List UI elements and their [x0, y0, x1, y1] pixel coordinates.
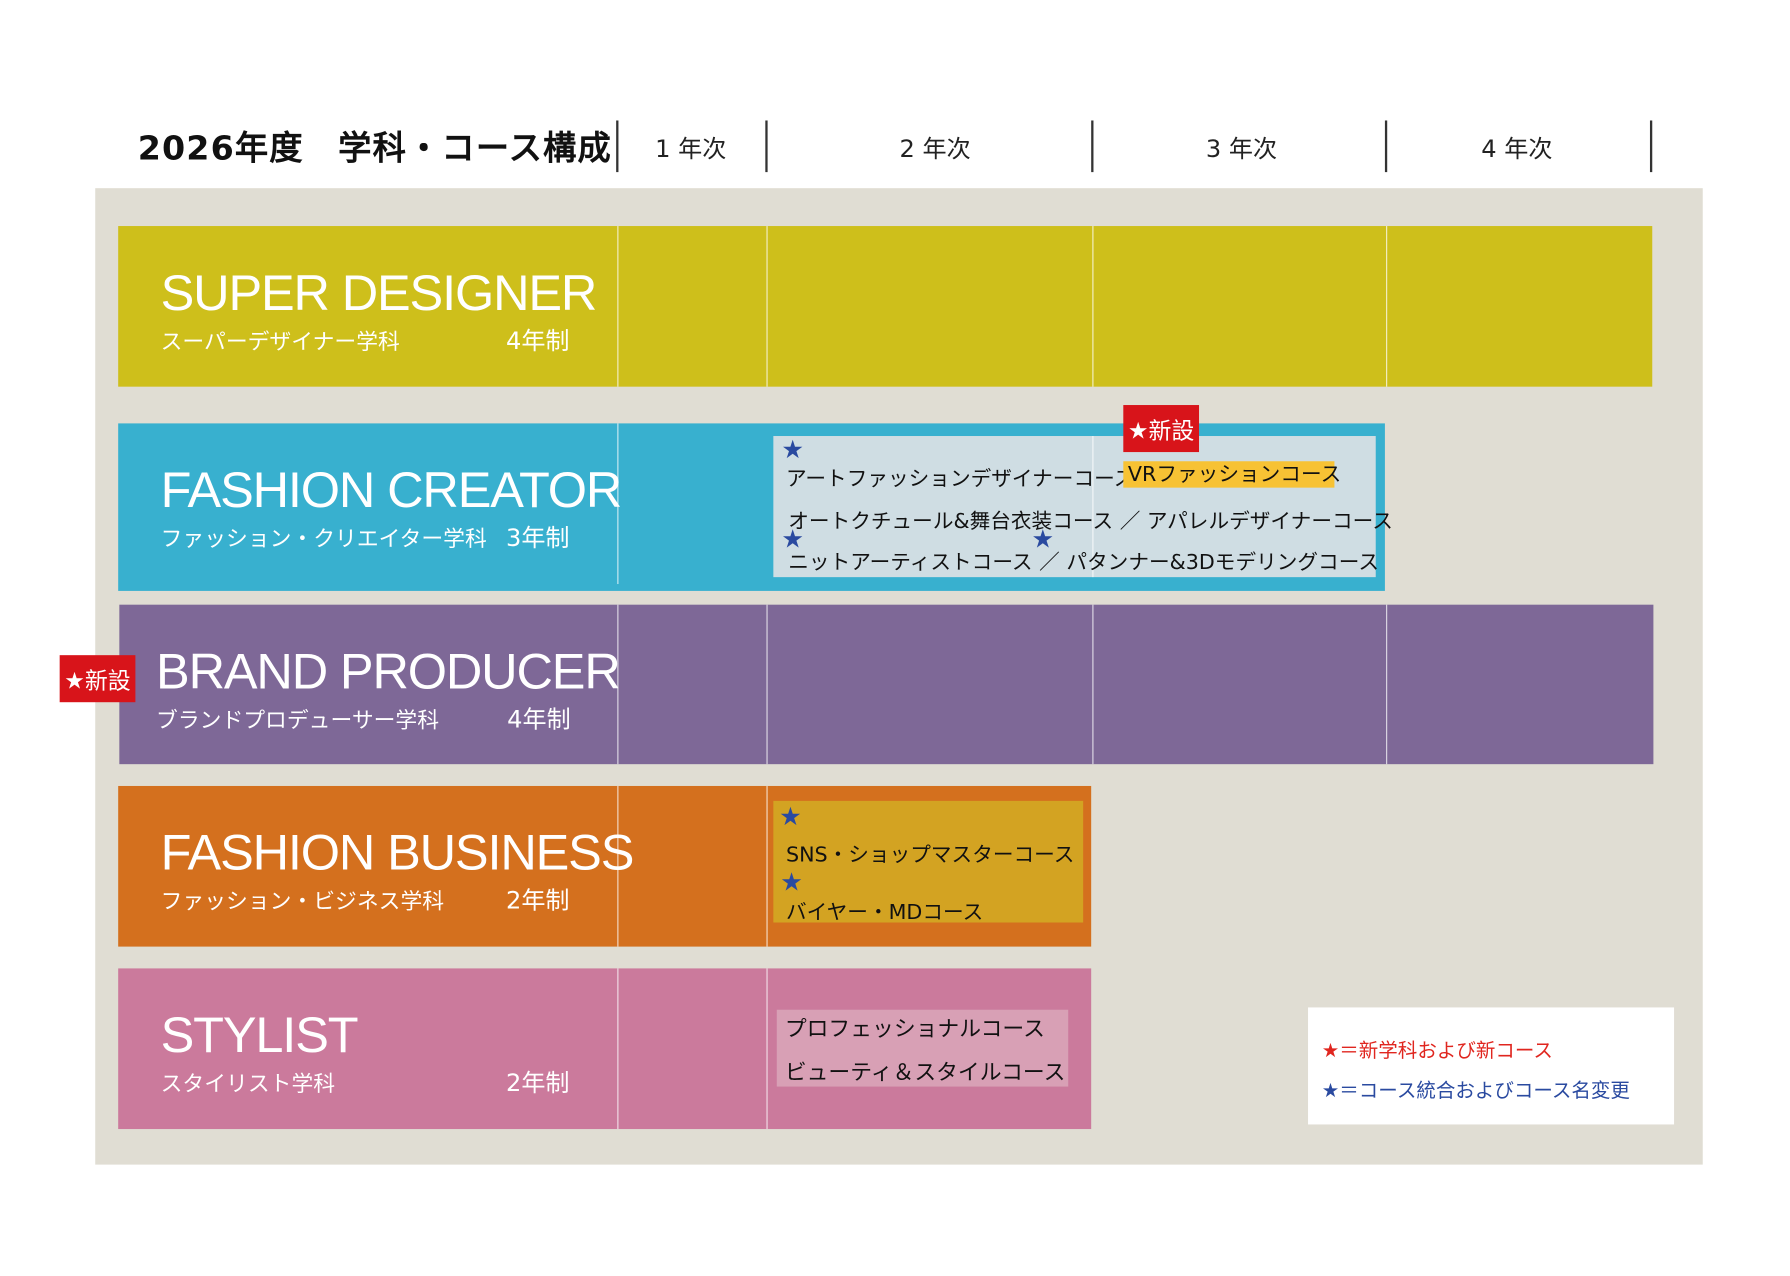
- year-2-header: 2 年次: [899, 135, 971, 163]
- dept-name-en: BRAND PRODUCER: [156, 643, 621, 700]
- dept-name-jp: ファッション・クリエイター学科: [160, 526, 487, 552]
- year-3-header: 3 年次: [1205, 135, 1278, 163]
- course-line: ニットアーティストコース ／ パタンナー&3Dモデリングコース: [788, 550, 1379, 575]
- legend-red: ★＝新学科および新コース: [1321, 1039, 1553, 1063]
- page-title: 2026年度 学科・コース構成: [137, 128, 612, 168]
- dept-name-en: FASHION CREATOR: [160, 462, 623, 519]
- dept-brand-producer: BRAND PRODUCER ブランドプロデューサー学科 4年制: [119, 604, 1654, 765]
- dept-name-jp: スーパーデザイナー学科: [160, 329, 400, 355]
- legend-blue: ★＝コース統合およびコース名変更: [1321, 1079, 1630, 1103]
- dept-duration: 4年制: [507, 705, 571, 734]
- dept-name-jp: ブランドプロデューサー学科: [156, 707, 440, 734]
- dept-duration: 4年制: [506, 327, 570, 355]
- dept-name-en: SUPER DESIGNER: [160, 265, 598, 322]
- course-item: SNS・ショップマスターコース: [785, 843, 1075, 868]
- blue-star-icon: ★: [781, 436, 805, 465]
- legend: ★＝新学科および新コース ★＝コース統合およびコース名変更: [1308, 1007, 1675, 1125]
- dept-name-jp: ファッション・ビジネス学科: [160, 889, 445, 915]
- course-item: ビューティ＆スタイルコース: [784, 1060, 1066, 1086]
- course-item: プロフェッショナルコース: [784, 1016, 1045, 1042]
- divider: [1384, 120, 1388, 173]
- dept-name-en: FASHION BUSINESS: [160, 824, 635, 882]
- course-item: バイヤー・MDコース: [785, 900, 984, 925]
- new-course-highlight: VRファッションコース: [1123, 461, 1341, 488]
- course-line: アートファッションデザイナーコース ／: [785, 466, 1162, 492]
- divider: [1649, 120, 1653, 173]
- divider: [1091, 120, 1094, 173]
- dept-duration: 3年制: [506, 524, 570, 552]
- new-badge: ★新設: [1123, 405, 1199, 453]
- divider: [765, 120, 768, 173]
- dept-super-designer: SUPER DESIGNER スーパーデザイナー学科 4年制: [118, 226, 1653, 387]
- dept-name-jp: スタイリスト学科: [160, 1071, 336, 1097]
- new-badge: ★新設: [59, 655, 136, 703]
- divider: [616, 120, 619, 173]
- year-1-header: 1 年次: [655, 135, 727, 163]
- blue-star-icon: ★: [780, 868, 803, 898]
- course-line: オートクチュール&舞台衣装コース ／ アパレルデザイナーコース: [788, 509, 1393, 534]
- blue-star-icon: ★: [779, 803, 802, 832]
- year-4-header: 4 年次: [1481, 135, 1553, 163]
- dept-name-en: STYLIST: [160, 1007, 359, 1064]
- dept-duration: 2年制: [506, 886, 570, 915]
- dept-duration: 2年制: [506, 1069, 570, 1097]
